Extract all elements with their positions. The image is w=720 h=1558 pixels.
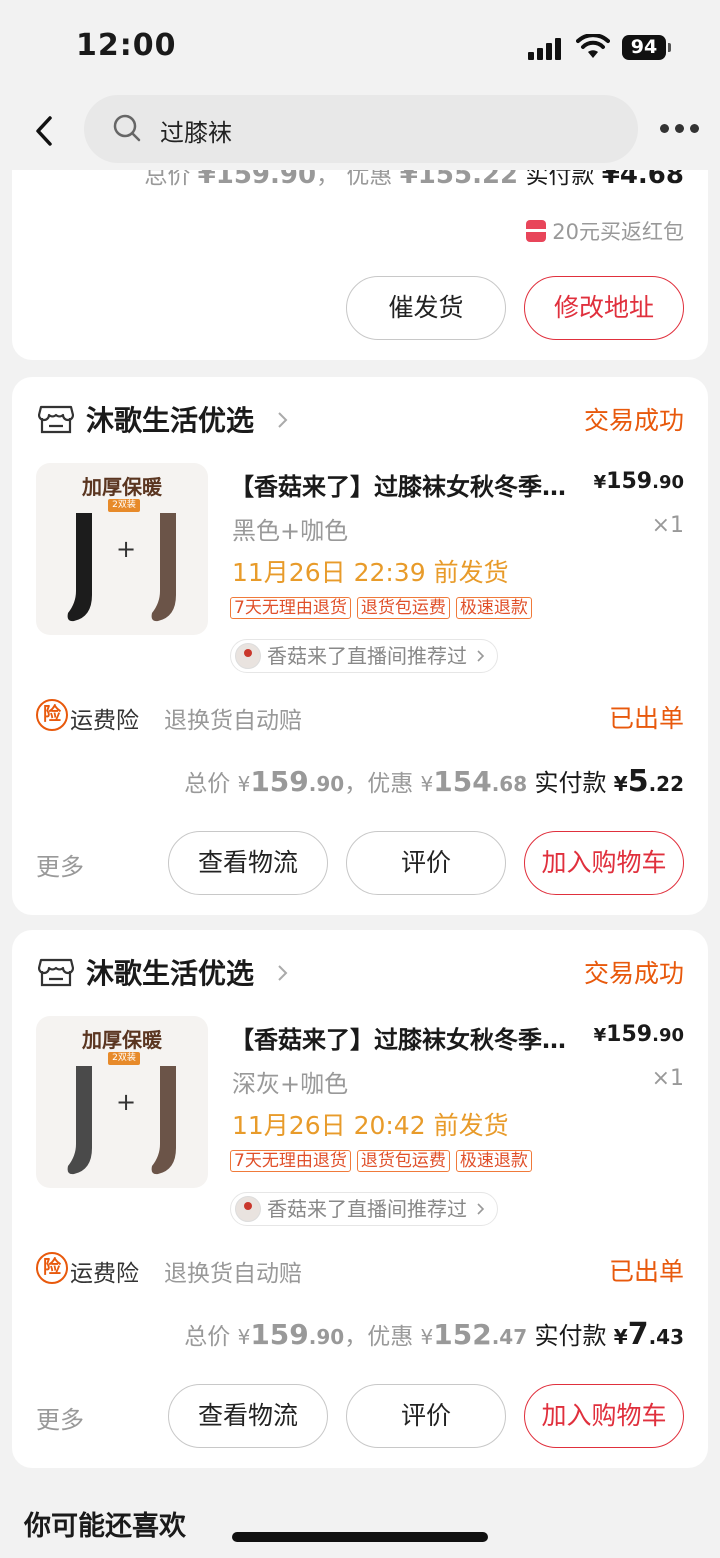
search-bar[interactable]: 过膝袜 (84, 95, 638, 163)
streamer-avatar (235, 1196, 261, 1222)
store-icon (38, 958, 74, 987)
service-tag: 极速退款 (455, 597, 532, 619)
order-card: 沐歌生活优选 交易成功 加厚保暖 2双装 + 【香菇来了】过膝袜女秋冬季… ¥1… (12, 377, 708, 915)
ship-deadline: 11月26日 20:42 前发货 (232, 1111, 509, 1140)
live-recommend-text: 香菇来了直播间推荐过 (267, 1197, 467, 1221)
view-logistics-button[interactable]: 查看物流 (168, 1384, 328, 1448)
more-menu-icon[interactable] (660, 124, 700, 134)
home-indicator (232, 1532, 488, 1542)
insurance-icon: 险 (36, 1252, 68, 1284)
review-button[interactable]: 评价 (346, 831, 506, 895)
add-to-cart-button[interactable]: 加入购物车 (524, 831, 684, 895)
search-input[interactable]: 过膝袜 (160, 113, 232, 148)
status-time: 12:00 (76, 28, 177, 63)
search-icon (113, 114, 141, 142)
redpacket-note: 20元买返红包 (526, 216, 684, 246)
wifi-icon (576, 34, 610, 58)
product-title[interactable]: 【香菇来了】过膝袜女秋冬季… (230, 1020, 585, 1055)
review-button[interactable]: 评价 (346, 1384, 506, 1448)
change-address-button[interactable]: 修改地址 (524, 276, 684, 340)
insurance-description: 退换货自动赔 (164, 708, 302, 734)
battery-indicator: 94 (622, 35, 671, 60)
chevron-right-icon (278, 965, 288, 981)
service-tag: 7天无理由退货 (230, 597, 351, 619)
insurance-status: 已出单 (608, 1257, 684, 1286)
product-price: ¥159.90 (593, 1022, 684, 1047)
view-logistics-button[interactable]: 查看物流 (168, 831, 328, 895)
product-title[interactable]: 【香菇来了】过膝袜女秋冬季… (230, 467, 585, 502)
thumbnail-caption: 加厚保暖 (82, 1028, 162, 1052)
service-tag: 极速退款 (455, 1150, 532, 1172)
top-bar: 过膝袜 (0, 90, 720, 170)
service-tag: 退货包运费 (356, 1150, 450, 1172)
add-to-cart-button[interactable]: 加入购物车 (524, 1384, 684, 1448)
recommend-title: 你可能还喜欢 (24, 1511, 186, 1542)
socks-image (67, 1066, 176, 1175)
product-variant: 深灰+咖色 (232, 1070, 349, 1098)
shop-name[interactable]: 沐歌生活优选 (86, 399, 254, 439)
product-price: ¥159.90 (593, 469, 684, 494)
chevron-right-icon (477, 1203, 485, 1215)
chevron-right-icon (278, 412, 288, 428)
order-status: 交易成功 (583, 959, 684, 988)
product-thumbnail[interactable]: 加厚保暖 2双装 + (36, 1016, 208, 1188)
insurance-name: 运费险 (70, 708, 139, 734)
product-quantity: ×1 (651, 1066, 684, 1091)
socks-image (67, 513, 176, 622)
order-card-partial: 总价 ¥159.90， 优惠 ¥155.22 实付款 ¥4.68 20元买返红包… (12, 170, 708, 360)
insurance-status: 已出单 (608, 704, 684, 733)
chevron-right-icon (477, 650, 485, 662)
back-arrow-icon[interactable] (30, 114, 58, 148)
live-recommend-chip[interactable]: 香菇来了直播间推荐过 (230, 1192, 498, 1226)
insurance-name: 运费险 (70, 1261, 139, 1287)
urge-shipping-button[interactable]: 催发货 (346, 276, 506, 340)
insurance-icon: 险 (36, 699, 68, 731)
ship-deadline: 11月26日 22:39 前发货 (232, 558, 509, 587)
service-tags: 7天无理由退货 退货包运费 极速退款 (230, 1150, 538, 1174)
order-summary: 总价 ¥159.90，优惠 ¥152.47 实付款 ¥7.43 (184, 1317, 684, 1352)
product-variant: 黑色+咖色 (232, 517, 349, 545)
order-status: 交易成功 (583, 406, 684, 435)
order-card: 沐歌生活优选 交易成功 加厚保暖 2双装 + 【香菇来了】过膝袜女秋冬季… ¥1… (12, 930, 708, 1468)
store-icon (38, 405, 74, 434)
redpacket-icon (526, 220, 547, 242)
live-recommend-text: 香菇来了直播间推荐过 (267, 644, 467, 668)
product-quantity: ×1 (651, 513, 684, 538)
order-summary: 总价 ¥159.90，优惠 ¥154.68 实付款 ¥5.22 (184, 764, 684, 799)
service-tag: 7天无理由退货 (230, 1150, 351, 1172)
live-recommend-chip[interactable]: 香菇来了直播间推荐过 (230, 639, 498, 673)
insurance-description: 退换货自动赔 (164, 1261, 302, 1287)
streamer-avatar (235, 643, 261, 669)
more-actions-link[interactable]: 更多 (36, 847, 84, 882)
product-thumbnail[interactable]: 加厚保暖 2双装 + (36, 463, 208, 635)
service-tags: 7天无理由退货 退货包运费 极速退款 (230, 597, 538, 621)
order-summary: 总价 ¥159.90， 优惠 ¥155.22 实付款 ¥4.68 (144, 170, 684, 190)
shop-name[interactable]: 沐歌生活优选 (86, 952, 254, 992)
service-tag: 退货包运费 (356, 597, 450, 619)
signal-icon (528, 38, 564, 60)
more-actions-link[interactable]: 更多 (36, 1400, 84, 1435)
status-bar: 12:00 94 (0, 0, 720, 90)
thumbnail-caption: 加厚保暖 (82, 475, 162, 499)
